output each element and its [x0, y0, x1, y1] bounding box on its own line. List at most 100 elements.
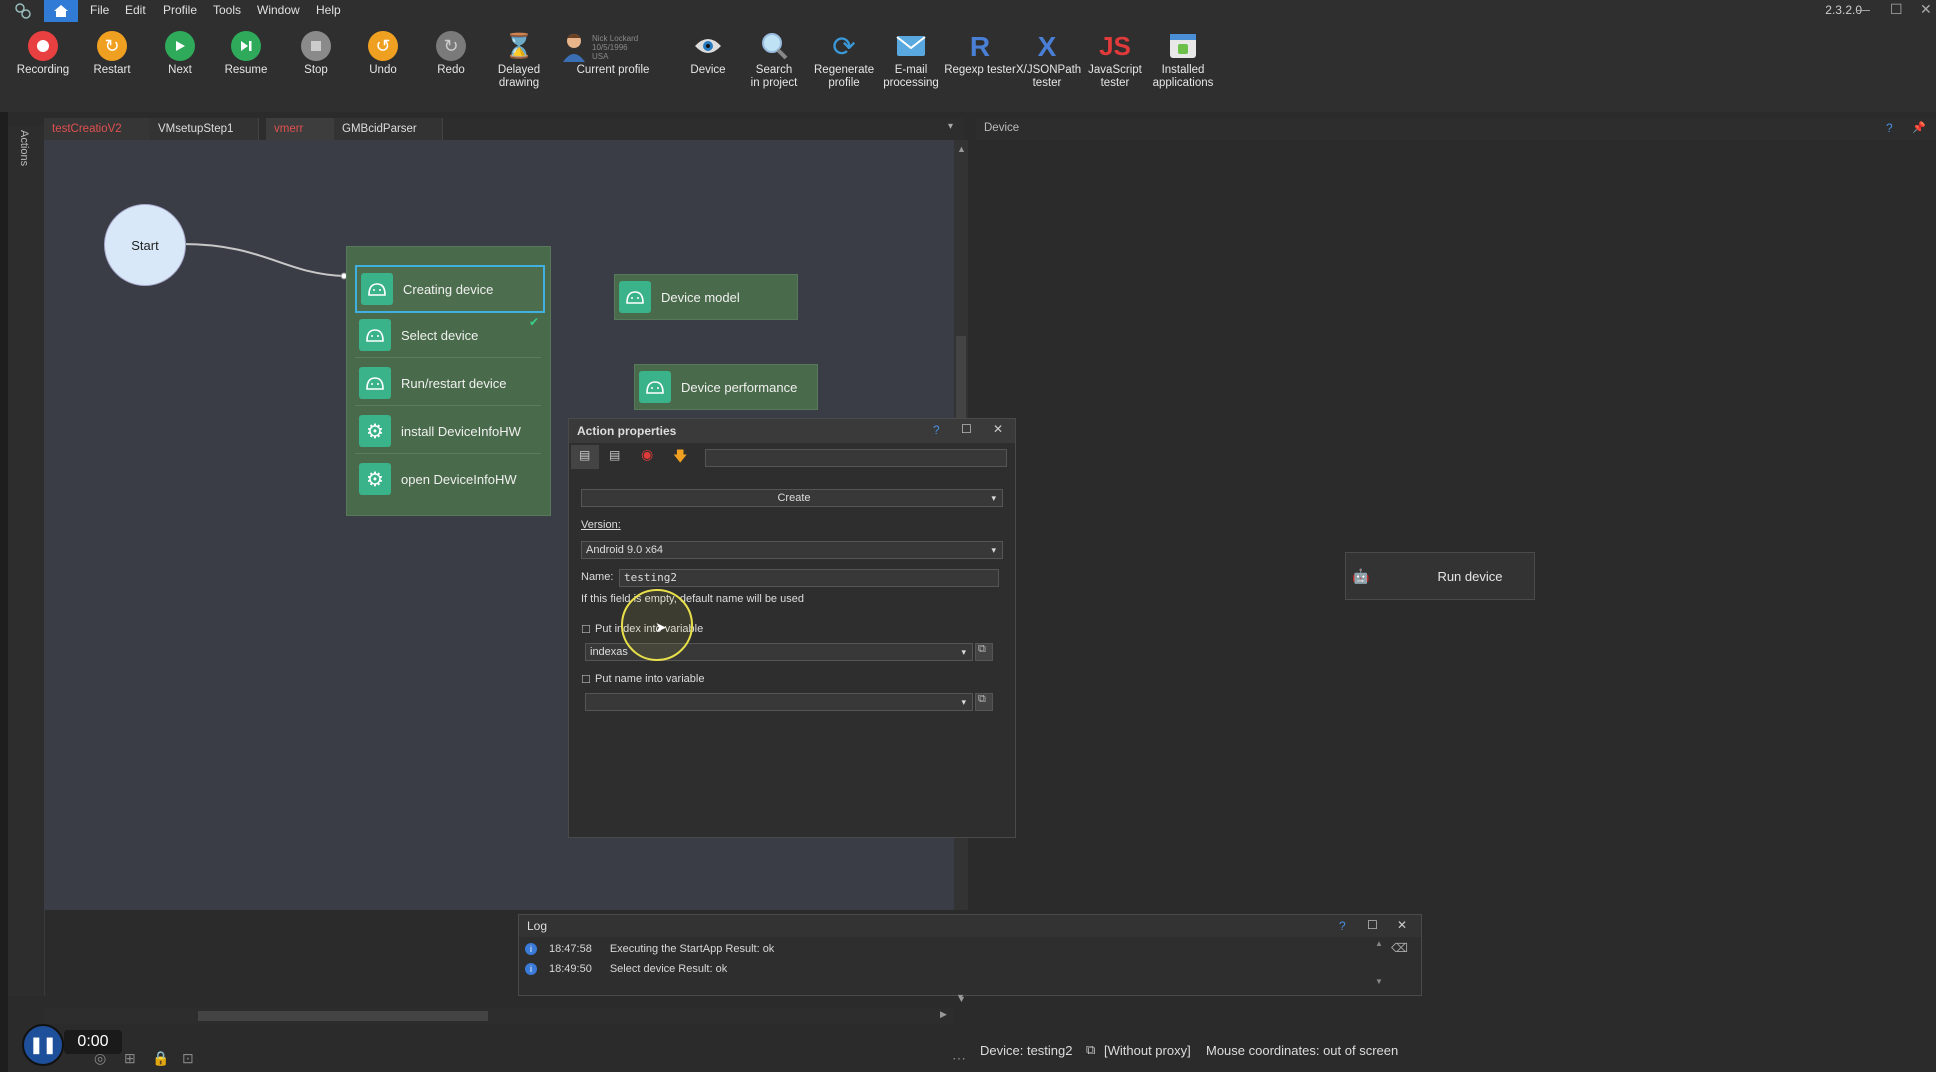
node-label: open DeviceInfoHW [401, 471, 517, 487]
user-icon[interactable]: ◎ [94, 1050, 106, 1067]
regexp-tester-button[interactable]: R Regexp tester [944, 30, 1016, 77]
recorder-time: 0:00 [77, 1033, 109, 1050]
checkbox-icon[interactable]: ☐ [581, 673, 591, 686]
android-icon [639, 371, 671, 403]
hourglass-icon: ⌛ [504, 32, 534, 60]
tab-label: vmerr [274, 123, 304, 135]
menu-bar: File Edit Profile Tools Window Help 2.3.… [0, 0, 1936, 22]
tab-label: testCreatioV2 [52, 123, 122, 135]
resume-icon [231, 31, 261, 61]
menu-file[interactable]: File [90, 3, 109, 17]
notes-tab-icon[interactable]: ▤ [609, 448, 620, 462]
email-processing-button[interactable]: E-mail processing [882, 30, 940, 90]
maximize-icon[interactable]: ☐ [1890, 1, 1903, 18]
delayed-drawing-button[interactable]: ⌛ Delayed drawing [490, 30, 548, 90]
menu-window[interactable]: Window [257, 3, 300, 17]
tab-vmsetupstep1[interactable]: VMsetupStep1 [150, 118, 259, 140]
next-button[interactable]: Next [152, 30, 208, 77]
node-device-model[interactable]: Device model [614, 274, 798, 320]
installed-applications-button[interactable]: Installed applications [1152, 30, 1214, 90]
close-icon[interactable]: ✕ [993, 422, 1003, 436]
pin-icon[interactable]: 📌 [1912, 121, 1926, 134]
put-name-label: Put name into variable [595, 673, 705, 685]
xjsonpath-tester-button[interactable]: X X/JSONPath tester [1016, 30, 1081, 90]
start-node[interactable]: Start [104, 204, 186, 286]
properties-tab-icon[interactable]: ▤ [571, 445, 599, 469]
more-icon[interactable]: ⋯ [952, 1050, 966, 1067]
copy-variable-button[interactable]: ⧉ [975, 643, 993, 661]
regexp-icon: R [969, 30, 991, 62]
maximize-icon[interactable]: ☐ [1367, 918, 1378, 932]
close-icon[interactable]: ✕ [1397, 918, 1407, 932]
actions-side-panel[interactable]: Actions [8, 126, 45, 996]
restart-button[interactable]: ↻ Restart [84, 30, 140, 77]
node-install-deviceinfohw[interactable]: ⚙ install DeviceInfoHW [355, 409, 541, 454]
canvas-horizontal-scrollbar[interactable]: ▶ [44, 1008, 954, 1024]
help-icon[interactable]: ? [933, 423, 940, 437]
close-icon[interactable]: ✕ [1920, 1, 1932, 18]
javascript-tester-button[interactable]: JS JavaScript tester [1086, 30, 1144, 90]
copy-variable-button[interactable]: ⧉ [975, 693, 993, 711]
node-open-deviceinfohw[interactable]: ⚙ open DeviceInfoHW [355, 457, 541, 501]
device-view[interactable]: 🤖 Run device [976, 140, 1936, 1035]
status-proxy[interactable]: [Without proxy] [1104, 1043, 1191, 1058]
scroll-down-icon[interactable]: ▼ [1375, 977, 1383, 986]
menu-edit[interactable]: Edit [125, 3, 146, 17]
log-row[interactable]: i 18:49:50 Select device Result: ok [519, 959, 1379, 979]
arrow-down-icon[interactable]: 🡇 [673, 446, 687, 470]
recording-button[interactable]: Recording [14, 30, 72, 77]
redo-button[interactable]: ↻ Redo [423, 30, 479, 77]
search-icon [758, 30, 790, 62]
maximize-icon[interactable]: ☐ [961, 422, 972, 436]
search-in-project-button[interactable]: Search in project [746, 30, 802, 90]
minimize-icon[interactable]: — [1856, 1, 1870, 17]
action-search-input[interactable] [705, 449, 1007, 467]
eye-icon [692, 30, 724, 62]
version-select[interactable]: Android 9.0 x64 ▾ [581, 541, 1003, 559]
add-block-icon[interactable]: ⊡ [182, 1050, 194, 1067]
home-button[interactable] [44, 0, 78, 22]
device-button[interactable]: Device [680, 30, 736, 77]
action-properties-titlebar: Action properties ? ☐ ✕ [569, 419, 1015, 443]
help-icon[interactable]: ? [1886, 121, 1893, 135]
regenerate-profile-button[interactable]: ⟳ Regenerate profile [814, 30, 874, 90]
run-device-button[interactable]: 🤖 Run device [1345, 552, 1535, 600]
device-action-group[interactable]: Creating device Select device ✔ Run/rest… [346, 246, 551, 516]
clear-log-icon[interactable]: ⌫ [1391, 941, 1408, 955]
email-processing-label: E-mail processing [883, 64, 939, 89]
scroll-up-icon[interactable]: ▲ [957, 144, 966, 154]
mode-select[interactable]: Create ▾ [581, 489, 1003, 507]
status-mouse-coordinates: Mouse coordinates: out of screen [1206, 1043, 1399, 1058]
current-profile-button[interactable]: Nick Lockard 10/5/1996 USA Current profi… [560, 30, 666, 77]
checkbox-icon[interactable]: ☐ [581, 623, 591, 636]
grid-icon[interactable]: ⊞ [124, 1050, 136, 1067]
menu-help[interactable]: Help [316, 3, 341, 17]
scroll-right-icon[interactable]: ▶ [940, 1009, 947, 1020]
tab-dropdown-icon[interactable]: ▾ [948, 121, 953, 132]
node-device-performance[interactable]: Device performance [634, 364, 818, 410]
help-icon[interactable]: ? [1339, 919, 1346, 933]
device-panel-title: Device [984, 122, 1020, 134]
menu-profile[interactable]: Profile [163, 3, 197, 17]
node-creating-device[interactable]: Creating device [355, 265, 545, 313]
name-variable-select[interactable]: ▾ [585, 693, 973, 711]
scroll-up-icon[interactable]: ▲ [1375, 939, 1383, 948]
lock-icon[interactable]: 🔒 [152, 1050, 169, 1067]
tab-testcreatiov2[interactable]: testCreatioV2 [44, 118, 159, 140]
tab-gmbcidparser[interactable]: GMBcidParser [334, 118, 443, 140]
node-run-restart-device[interactable]: Run/restart device [355, 361, 541, 406]
undo-button[interactable]: ↺ Undo [355, 30, 411, 77]
android-icon [619, 281, 651, 313]
record-icon[interactable]: ◉ [641, 446, 653, 463]
log-row[interactable]: i 18:47:58 Executing the StartApp Result… [519, 939, 1379, 959]
recorder-pause-button[interactable]: ❚❚ [22, 1024, 64, 1066]
menu-tools[interactable]: Tools [213, 3, 241, 17]
node-select-device[interactable]: Select device ✔ [355, 313, 541, 358]
check-icon: ✔ [528, 315, 539, 329]
resume-button[interactable]: Resume [218, 30, 274, 77]
stop-button[interactable]: Stop [288, 30, 344, 77]
scroll-down-icon[interactable]: ▼ [956, 992, 965, 1002]
scroll-thumb[interactable] [198, 1011, 488, 1021]
device-name-input[interactable]: testing2 [619, 569, 999, 587]
undo-label: Undo [369, 64, 397, 76]
